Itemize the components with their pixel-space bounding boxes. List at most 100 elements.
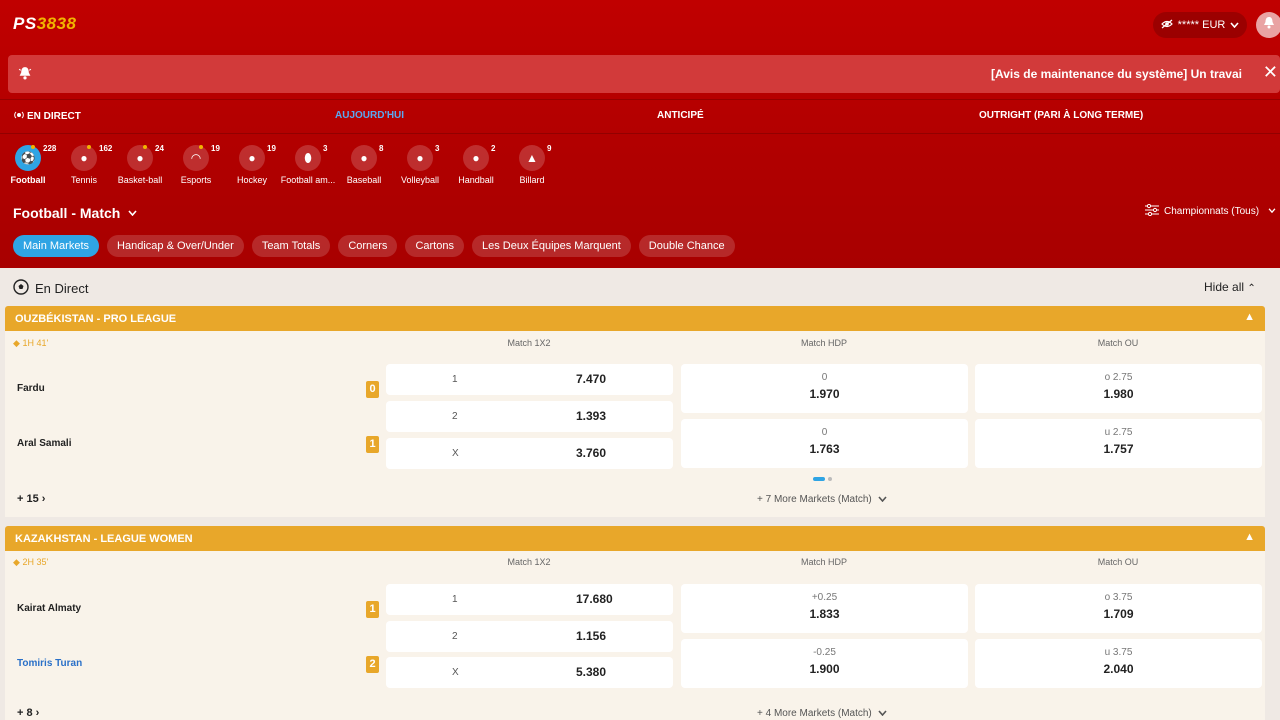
time-text: 1H 41' bbox=[22, 338, 49, 348]
chevron-down-icon bbox=[1230, 19, 1239, 31]
odds-key: 1 bbox=[452, 594, 458, 605]
chip-handicap-over-under[interactable]: Handicap & Over/Under bbox=[107, 235, 244, 257]
close-icon[interactable]: ✕ bbox=[1263, 62, 1278, 83]
sport-count: 19 bbox=[211, 144, 220, 153]
league-header[interactable]: OUZBÉKISTAN - PRO LEAGUE ▲ bbox=[5, 306, 1265, 331]
odds-key: 0 bbox=[821, 427, 828, 438]
odds-value: 7.470 bbox=[576, 372, 607, 386]
live-dot bbox=[143, 145, 147, 149]
odds-value: 17.680 bbox=[576, 592, 613, 606]
odds-button[interactable]: X 5.380 bbox=[386, 657, 673, 688]
american-football-icon: ⬮ 3 bbox=[295, 144, 327, 171]
odds-button[interactable]: 1 7.470 bbox=[386, 364, 673, 395]
sport-count: 3 bbox=[435, 144, 440, 153]
chip-cartons[interactable]: Cartons bbox=[405, 235, 464, 257]
odds-button[interactable]: -0.25 1.900 bbox=[681, 639, 968, 688]
volleyball-icon: ● 3 bbox=[407, 144, 439, 171]
sport-esports[interactable]: ◠ 19 Esports bbox=[168, 144, 224, 185]
more-matches-link[interactable]: + 8 › bbox=[17, 707, 39, 719]
away-team[interactable]: Tomiris Turan bbox=[17, 658, 82, 669]
tab-live-label: EN DIRECT bbox=[27, 111, 81, 122]
match-time: ◆ 1H 41' bbox=[13, 338, 48, 349]
tab-live[interactable]: EN DIRECT bbox=[14, 110, 81, 123]
odds-value: 3.760 bbox=[576, 446, 607, 460]
odds-button[interactable]: 1 17.680 bbox=[386, 584, 673, 615]
odds-button[interactable]: o 2.75 1.980 bbox=[975, 364, 1262, 413]
balance-button[interactable]: ***** EUR bbox=[1153, 12, 1247, 38]
sport-count: 24 bbox=[155, 144, 164, 153]
odds-button[interactable]: u 3.75 2.040 bbox=[975, 639, 1262, 688]
column-header-ou: Match OU bbox=[1097, 557, 1139, 567]
pager-dot[interactable] bbox=[828, 477, 832, 481]
live-icon bbox=[14, 110, 24, 123]
more-markets-link[interactable]: + 7 More Markets (Match) bbox=[757, 494, 887, 505]
odds-value: 1.763 bbox=[809, 442, 840, 456]
column-header-1x2: Match 1X2 bbox=[507, 338, 551, 348]
away-score: 1 bbox=[366, 436, 379, 453]
market-selector[interactable]: Football - Match bbox=[13, 203, 137, 221]
fire-icon: ◆ bbox=[13, 338, 20, 348]
sport-tennis[interactable]: ● 162 Tennis bbox=[56, 144, 112, 185]
odds-key: +0.25 bbox=[811, 592, 838, 603]
sport-count: 19 bbox=[267, 144, 276, 153]
sport-label: Football am... bbox=[280, 175, 336, 185]
chip-both-teams-score[interactable]: Les Deux Équipes Marquent bbox=[471, 235, 631, 257]
chevron-down-icon bbox=[1268, 205, 1276, 216]
handball-icon: ● 2 bbox=[463, 144, 495, 171]
soccer-ball-icon bbox=[13, 279, 29, 298]
championships-filter[interactable]: Championnats (Tous) bbox=[1145, 203, 1276, 219]
pager-dot-active[interactable] bbox=[813, 477, 825, 481]
odds-value: 1.393 bbox=[576, 409, 607, 423]
chip-corners[interactable]: Corners bbox=[338, 235, 398, 257]
chip-main-markets[interactable]: Main Markets bbox=[13, 235, 100, 257]
odds-button[interactable]: u 2.75 1.757 bbox=[975, 419, 1262, 468]
home-team[interactable]: Fardu bbox=[17, 383, 45, 394]
odds-button[interactable]: o 3.75 1.709 bbox=[975, 584, 1262, 633]
logo[interactable]: PS3838 bbox=[13, 14, 77, 34]
tab-today[interactable]: AUJOURD'HUI bbox=[335, 110, 404, 121]
odds-button[interactable]: X 3.760 bbox=[386, 438, 673, 469]
sport-handball[interactable]: ● 2 Handball bbox=[448, 144, 504, 185]
sport-baseball[interactable]: ● 8 Baseball bbox=[336, 144, 392, 185]
away-team[interactable]: Aral Samali bbox=[17, 438, 71, 449]
sport-basketball[interactable]: ● 24 Basket-ball bbox=[112, 144, 168, 185]
sport-hockey[interactable]: ● 19 Hockey bbox=[224, 144, 280, 185]
odds-button[interactable]: +0.25 1.833 bbox=[681, 584, 968, 633]
tab-early[interactable]: ANTICIPÉ bbox=[657, 110, 704, 121]
odds-key: 0 bbox=[821, 372, 828, 383]
sport-football[interactable]: ⚽ 228 Football bbox=[0, 144, 57, 185]
maintenance-notice: [Avis de maintenance du système] Un trav… bbox=[8, 55, 1280, 93]
chip-team-totals[interactable]: Team Totals bbox=[251, 235, 331, 257]
more-count: + 8 bbox=[17, 707, 33, 719]
league-header[interactable]: KAZAKHSTAN - LEAGUE WOMEN ▲ bbox=[5, 526, 1265, 551]
sport-count: 3 bbox=[323, 144, 328, 153]
live-dot bbox=[199, 145, 203, 149]
odds-button[interactable]: 2 1.156 bbox=[386, 621, 673, 652]
tab-outright[interactable]: OUTRIGHT (PARI À LONG TERME) bbox=[979, 110, 1143, 121]
home-team[interactable]: Kairat Almaty bbox=[17, 603, 81, 614]
chevron-up-icon: ▲ bbox=[1244, 311, 1255, 323]
eye-hidden-icon bbox=[1160, 19, 1173, 32]
league-name: KAZAKHSTAN - LEAGUE WOMEN bbox=[15, 533, 193, 545]
sport-label: Esports bbox=[180, 175, 212, 185]
sport-billiards[interactable]: ▲ 9 Billard bbox=[504, 144, 560, 185]
sport-count: 8 bbox=[379, 144, 384, 153]
tennis-ball-icon: ● 162 bbox=[71, 144, 112, 171]
chip-double-chance[interactable]: Double Chance bbox=[638, 235, 735, 257]
sport-volleyball[interactable]: ● 3 Volleyball bbox=[392, 144, 448, 185]
odds-button[interactable]: 0 1.763 bbox=[681, 419, 968, 468]
odds-button[interactable]: 0 1.970 bbox=[681, 364, 968, 413]
more-markets-link[interactable]: + 4 More Markets (Match) bbox=[757, 708, 887, 719]
sport-american-football[interactable]: ⬮ 3 Football am... bbox=[280, 144, 336, 185]
pager-dots[interactable] bbox=[813, 477, 832, 481]
more-matches-link[interactable]: + 15 › bbox=[17, 493, 45, 505]
notice-text[interactable]: [Avis de maintenance du système] Un trav… bbox=[991, 67, 1242, 81]
home-score: 0 bbox=[366, 381, 379, 398]
soccer-ball-icon: ⚽ 228 bbox=[15, 144, 56, 171]
hide-all-button[interactable]: Hide all ⌃ bbox=[1204, 280, 1256, 294]
odds-button[interactable]: 2 1.393 bbox=[386, 401, 673, 432]
notification-bell-button[interactable] bbox=[1256, 12, 1280, 38]
sport-label: Baseball bbox=[346, 175, 382, 185]
odds-value: 1.757 bbox=[1103, 442, 1134, 456]
odds-key: -0.25 bbox=[813, 647, 836, 658]
